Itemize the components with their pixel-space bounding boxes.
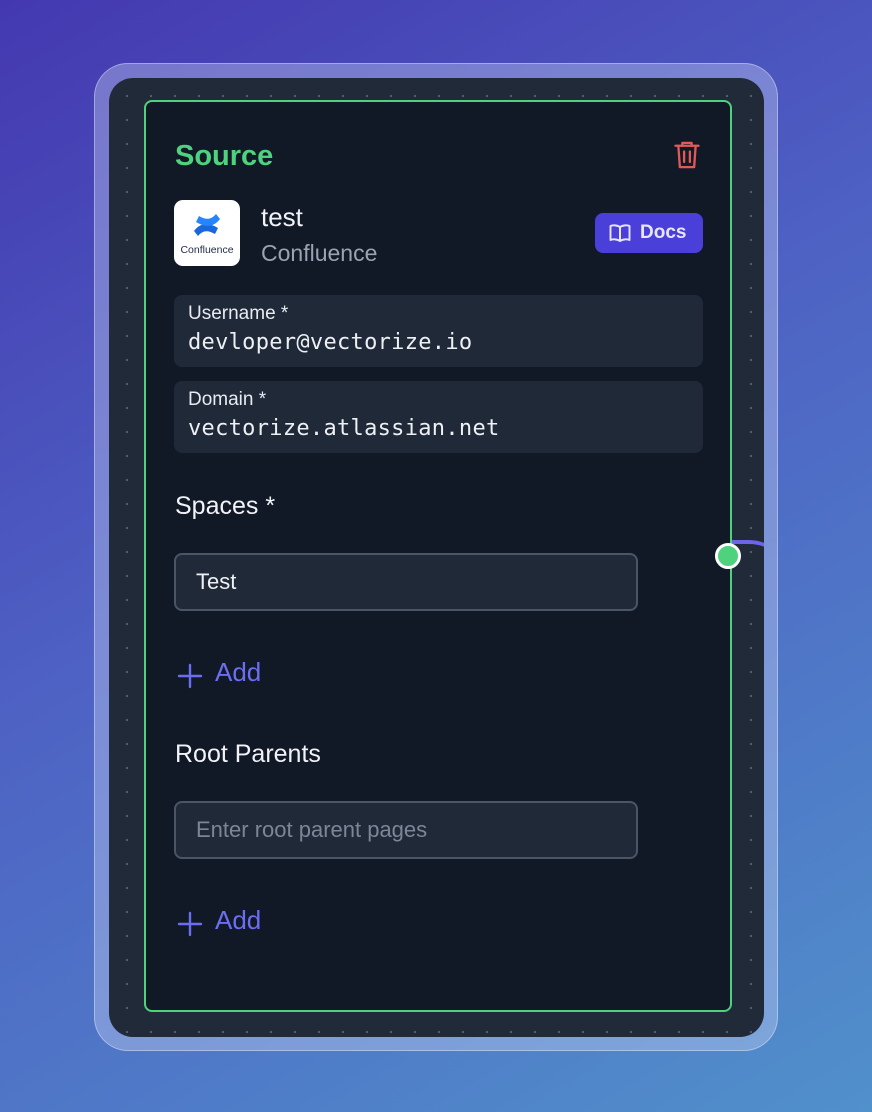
- spaces-title: Spaces *: [175, 492, 276, 520]
- domain-value: vectorize.atlassian.net: [188, 416, 500, 441]
- confluence-logo-icon: [194, 214, 220, 236]
- book-icon: [609, 224, 631, 242]
- trash-icon[interactable]: [673, 140, 701, 170]
- source-type: Confluence: [261, 240, 378, 266]
- docs-button-label: Docs: [640, 222, 687, 243]
- confluence-logo: Confluence: [174, 200, 240, 266]
- source-name: test: [261, 202, 303, 232]
- docs-button[interactable]: Docs: [595, 213, 703, 253]
- username-field[interactable]: Username * devloper@vectorize.io: [174, 295, 703, 367]
- add-space-label: Add: [215, 657, 262, 687]
- space-input[interactable]: Test: [174, 553, 638, 611]
- root-parent-input[interactable]: Enter root parent pages: [174, 801, 638, 859]
- add-root-parent-label: Add: [215, 905, 262, 935]
- source-node-card[interactable]: Source Confluence test Confluence Docs U…: [144, 100, 732, 1012]
- domain-label: Domain *: [188, 389, 267, 410]
- output-handle[interactable]: [715, 543, 741, 569]
- plus-icon: [177, 663, 203, 689]
- logo-text: Confluence: [180, 244, 234, 256]
- username-value: devloper@vectorize.io: [188, 330, 473, 355]
- root-parents-title: Root Parents: [175, 740, 321, 768]
- domain-field[interactable]: Domain * vectorize.atlassian.net: [174, 381, 703, 453]
- node-title: Source: [175, 140, 274, 172]
- plus-icon: [177, 911, 203, 937]
- username-label: Username *: [188, 303, 289, 324]
